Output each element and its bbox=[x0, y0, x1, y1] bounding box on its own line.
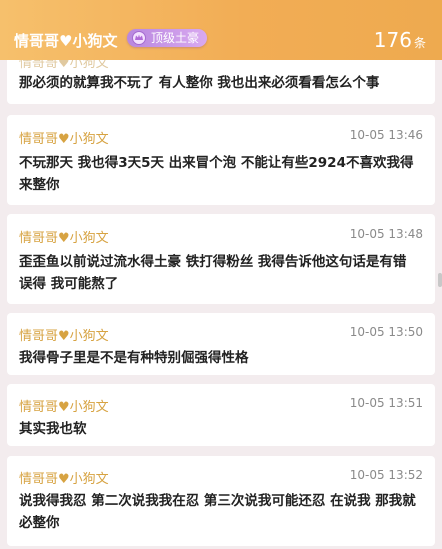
comment-username[interactable]: 情哥哥♥小狗文 bbox=[19, 468, 109, 487]
scrollbar-thumb[interactable] bbox=[438, 273, 442, 287]
comment-card: 情哥哥♥小狗文 10-05 13:48 歪歪鱼以前说过流水得土豪 铁打得粉丝 我… bbox=[7, 214, 435, 304]
comment-username[interactable]: 情哥哥♥小狗文 bbox=[19, 60, 109, 71]
comment-card: 情哥哥♥小狗文 10-05 13:51 其实我也软 bbox=[7, 384, 435, 446]
message-count-value: 176 bbox=[373, 28, 412, 52]
crown-icon bbox=[132, 31, 146, 45]
comment-text: 我得骨子里是不是有种特别倔强得性格 bbox=[19, 350, 249, 366]
comment-card: 情哥哥♥小狗文 10-05 13:46 不玩那天 我也得3天5天 出来冒个泡 不… bbox=[7, 115, 435, 205]
message-count-unit: 条 bbox=[413, 36, 426, 50]
comment-time: 10-05 13:50 bbox=[349, 325, 423, 339]
comment-username[interactable]: 情哥哥♥小狗文 bbox=[19, 396, 109, 415]
comment-card: 情哥哥♥小狗文 10-05 13:52 说我得我忍 第二次说我我在忍 第三次说我… bbox=[7, 456, 435, 546]
comment-text: 其实我也软 bbox=[19, 421, 87, 437]
comment-feed[interactable]: 情哥哥♥小狗文 那必须的就算我不玩了 有人整你 我也出来必须看看怎么个事 情哥哥… bbox=[0, 60, 442, 549]
header-username[interactable]: 情哥哥♥小狗文 bbox=[14, 30, 117, 51]
comment-username[interactable]: 情哥哥♥小狗文 bbox=[19, 227, 109, 246]
chat-header: 情哥哥♥小狗文 顶级土豪 176 条 bbox=[0, 0, 442, 60]
comment-text: 那必须的就算我不玩了 有人整你 我也出来必须看看怎么个事 bbox=[19, 75, 380, 91]
message-count: 176 条 bbox=[374, 28, 426, 52]
vip-badge: 顶级土豪 bbox=[127, 29, 208, 47]
comment-text: 不玩那天 我也得3天5天 出来冒个泡 不能让有些2924不喜欢我得 来整你 bbox=[19, 155, 414, 193]
comment-time: 10-05 13:51 bbox=[349, 396, 423, 410]
comment-time: 10-05 13:46 bbox=[349, 128, 423, 142]
comment-text: 说我得我忍 第二次说我我在忍 第三次说我可能还忍 在说我 那我就必整你 bbox=[19, 493, 416, 531]
vip-badge-label: 顶级土豪 bbox=[151, 31, 200, 45]
comment-time: 10-05 13:48 bbox=[349, 227, 423, 241]
comment-text: 歪歪鱼以前说过流水得土豪 铁打得粉丝 我得告诉他这句话是有错误得 我可能熬了 bbox=[19, 254, 407, 292]
comment-username[interactable]: 情哥哥♥小狗文 bbox=[19, 128, 109, 147]
comment-card: 情哥哥♥小狗文 那必须的就算我不玩了 有人整你 我也出来必须看看怎么个事 bbox=[7, 60, 435, 104]
comment-username[interactable]: 情哥哥♥小狗文 bbox=[19, 325, 109, 344]
comment-time: 10-05 13:52 bbox=[349, 468, 423, 482]
comment-card: 情哥哥♥小狗文 10-05 13:50 我得骨子里是不是有种特别倔强得性格 bbox=[7, 313, 435, 375]
